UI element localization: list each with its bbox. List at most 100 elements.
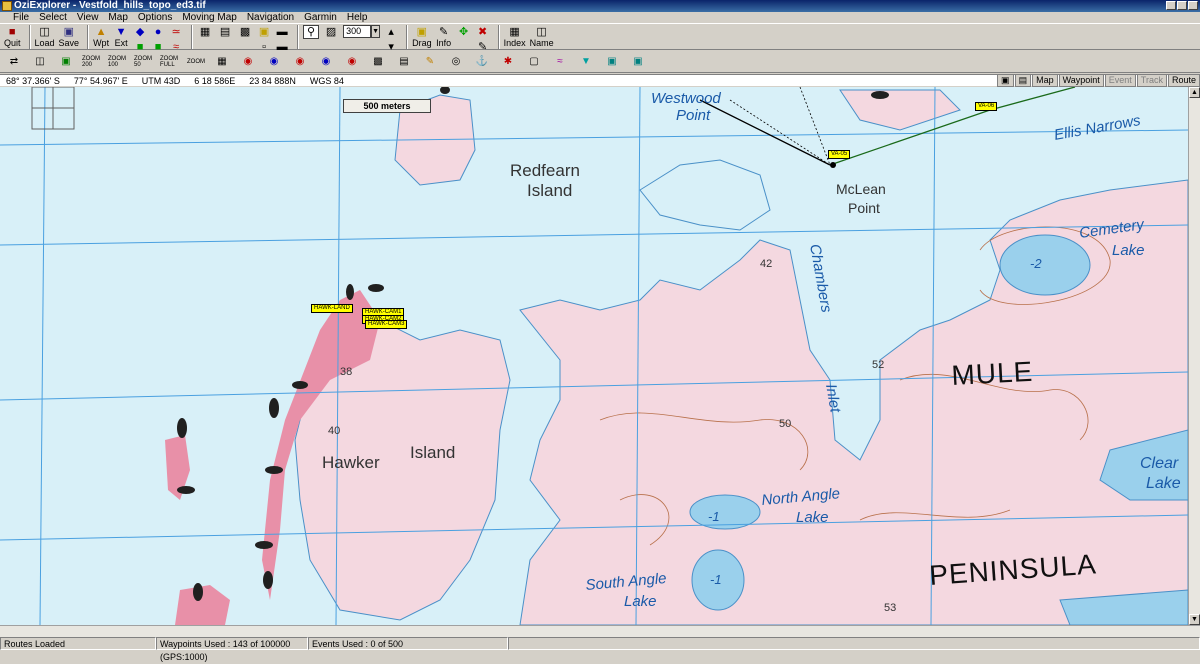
panel-tabs: ▣ ▤ Map Waypoint Event Track Route	[997, 74, 1200, 87]
zoom-full-button[interactable]: ZOOM FULL	[160, 53, 180, 71]
status-bar: Routes Loaded Waypoints Used : 143 of 10…	[0, 637, 1200, 662]
gps-button-3[interactable]: ◉	[290, 53, 310, 71]
name-button[interactable]: ◫ Name	[530, 24, 554, 48]
new-map-button[interactable]: ▣	[56, 53, 76, 71]
grid-icon[interactable]: ▩	[237, 25, 253, 39]
longitude-readout: 77° 54.967' E	[73, 76, 128, 86]
delete-icon[interactable]: ✖	[476, 25, 490, 39]
save-button[interactable]: ▣ Save	[59, 24, 80, 48]
tab-event[interactable]: Event	[1104, 74, 1136, 87]
waypoint-va-06[interactable]: VA-06	[975, 102, 998, 111]
toggle-icon[interactable]: ▬	[275, 25, 289, 39]
tab-route[interactable]: Route	[1167, 74, 1200, 87]
gps-button-1[interactable]: ◉	[238, 53, 258, 71]
zoom-combo[interactable]: 300	[343, 25, 372, 38]
tab-map[interactable]: Map	[1032, 74, 1058, 87]
info-button[interactable]: ✎ Info	[436, 24, 452, 48]
label-hawker: Hawker	[322, 453, 380, 472]
waypoint-hawk-land[interactable]: HAWK-LAND	[311, 304, 353, 313]
anchor-icon: ⚓	[475, 55, 489, 67]
ext-button[interactable]: ▼ Ext	[113, 24, 129, 48]
horizontal-scrollbar[interactable]	[0, 625, 1200, 637]
print-icon[interactable]: ▤	[1014, 74, 1032, 87]
grid-button[interactable]: ▩	[368, 53, 388, 71]
stop-button[interactable]: ✱	[498, 53, 518, 71]
list-icon[interactable]: ▤	[217, 25, 233, 39]
lake-depth-2: -2	[1030, 256, 1042, 271]
menu-help[interactable]: Help	[342, 12, 373, 23]
load-button[interactable]: ◫ Load	[35, 24, 55, 48]
zoom-in-icon[interactable]: ▴	[384, 25, 398, 39]
chevron-down-icon[interactable]: ▼	[371, 25, 381, 38]
prev-map-button[interactable]: ⇄	[4, 53, 24, 71]
wpt-button[interactable]: ▲ Wpt	[93, 24, 109, 48]
gps-button-2[interactable]: ◉	[264, 53, 284, 71]
tab-waypoint[interactable]: Waypoint	[1058, 74, 1104, 87]
waypoint-icon: ▲	[95, 25, 107, 38]
move-arrows-icon[interactable]: ✥	[456, 25, 472, 39]
grid-icon-2: ▩	[373, 55, 383, 67]
anchor-button[interactable]: ⚓	[472, 53, 492, 71]
gps-button-5[interactable]: ◉	[342, 53, 362, 71]
waypoint-va-05[interactable]: VA-05	[828, 150, 851, 159]
circle-icon[interactable]: ●	[151, 25, 165, 39]
easting-readout: 6 18 586E	[194, 76, 236, 86]
zoom-50-button[interactable]: ZOOM 50	[134, 53, 154, 71]
secondary-toolbar: ⇄ ◫ ▣ ZOOM 200 ZOOM 100 ZOOM 50 ZOOM FUL…	[0, 51, 1200, 73]
show-icon[interactable]: ▦	[197, 25, 213, 39]
filter-button[interactable]: ▼	[576, 53, 596, 71]
gps-icon-3: ◉	[295, 55, 305, 67]
save-icon: ▣	[63, 25, 74, 38]
utm-zone-readout: UTM 43D	[141, 76, 181, 86]
gps-button-4[interactable]: ◉	[316, 53, 336, 71]
main-toolbar: ■ Quit ◫ Load ▣ Save ▲ Wpt ▼ Ext ◆ ■ ● ■ ≃ ≈ ▦ ▤…	[0, 23, 1200, 52]
color-button[interactable]: ▣	[602, 53, 622, 71]
minimize-button[interactable]	[1166, 1, 1176, 10]
zoom-button[interactable]: ZOOM	[186, 53, 206, 71]
lake-depth-1b: -1	[710, 572, 722, 587]
close-button[interactable]	[1188, 1, 1198, 10]
scroll-down-icon[interactable]: ▼	[1189, 614, 1200, 625]
scroll-up-icon[interactable]: ▲	[1189, 87, 1200, 98]
tab-track[interactable]: Track	[1136, 74, 1167, 87]
spot-height-42: 42	[760, 258, 772, 270]
measure-button[interactable]: ▤	[394, 53, 414, 71]
zoom-100-button[interactable]: ZOOM 100	[108, 53, 128, 71]
menu-map[interactable]: Map	[103, 12, 132, 23]
lock-icon[interactable]: ▣	[257, 25, 271, 39]
label-westwood-point: Point	[676, 107, 711, 124]
quit-button[interactable]: ■ Quit	[4, 24, 21, 48]
menu-file[interactable]: File	[8, 12, 34, 23]
zoom-tool-icon[interactable]: ⚲	[303, 25, 320, 39]
diamond-icon[interactable]: ◆	[133, 25, 147, 39]
color-button-2[interactable]: ▣	[628, 53, 648, 71]
tile-button[interactable]: ▦	[212, 53, 232, 71]
track-icon[interactable]: ≃	[169, 25, 183, 39]
drag-button[interactable]: ▣ Drag	[412, 24, 432, 48]
label-hawker-island: Island	[410, 443, 455, 462]
menu-view[interactable]: View	[72, 12, 104, 23]
status-empty	[508, 637, 1200, 650]
menu-moving-map[interactable]: Moving Map	[177, 12, 241, 23]
window-button[interactable]: ▢	[524, 53, 544, 71]
screenshot-icon[interactable]: ▣	[997, 74, 1014, 87]
menu-select[interactable]: Select	[34, 12, 72, 23]
zoom-200-button[interactable]: ZOOM 200	[82, 53, 102, 71]
target-button[interactable]: ◎	[446, 53, 466, 71]
maximize-button[interactable]	[1177, 1, 1187, 10]
map-canvas[interactable]: Westwood Point Ellis Narrows Cemetery La…	[0, 87, 1188, 625]
map-icon: ▣	[61, 55, 71, 67]
index-button[interactable]: ▦ Index	[504, 24, 526, 48]
graph-icon: ≈	[557, 55, 563, 67]
graph-button[interactable]: ≈	[550, 53, 570, 71]
status-routes: Routes Loaded	[0, 637, 156, 650]
menu-garmin[interactable]: Garmin	[299, 12, 342, 23]
menu-options[interactable]: Options	[133, 12, 177, 23]
pencil-button[interactable]: ✎	[420, 53, 440, 71]
spot-height-52: 52	[872, 359, 884, 371]
waypoint-hawk-cam3[interactable]: HAWK-CAM3	[365, 320, 408, 329]
zoom-select-icon[interactable]: ▨	[323, 25, 339, 39]
vertical-scrollbar[interactable]: ▲ ▼	[1188, 87, 1200, 625]
menu-navigation[interactable]: Navigation	[242, 12, 299, 23]
copy-button[interactable]: ◫	[30, 53, 50, 71]
